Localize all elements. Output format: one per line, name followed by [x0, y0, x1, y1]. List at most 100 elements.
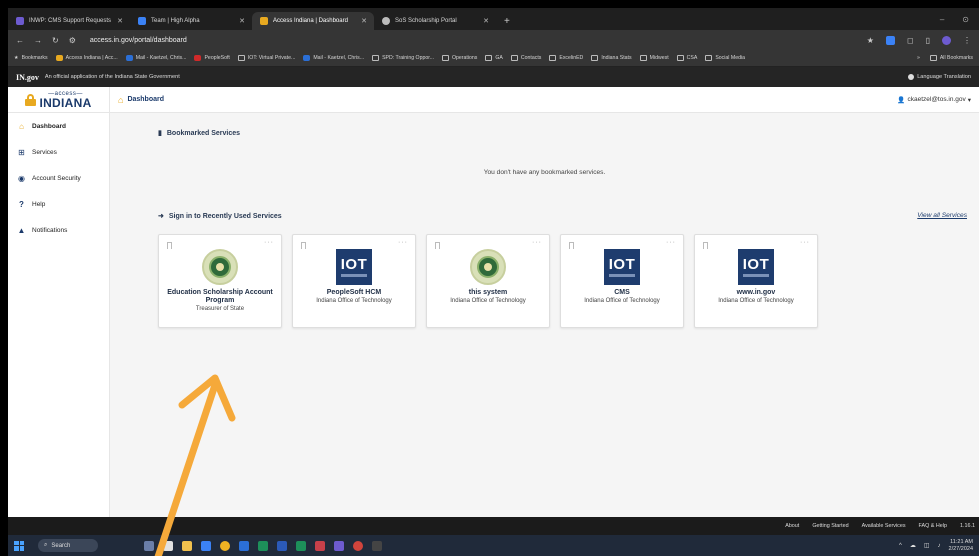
window-controls: – ⊙	[930, 8, 979, 30]
close-icon[interactable]: ✕	[483, 17, 489, 25]
volume-icon[interactable]: ♪	[938, 543, 941, 549]
sidebar-item-help[interactable]: ? Help	[8, 191, 109, 217]
close-icon[interactable]: ✕	[239, 17, 245, 25]
app-icon[interactable]	[296, 540, 306, 551]
new-tab-button[interactable]: +	[496, 12, 518, 30]
bookmark-item[interactable]: PeopleSoft	[194, 55, 230, 61]
close-icon[interactable]: ✕	[117, 17, 123, 25]
more-options-icon[interactable]: ···	[532, 239, 542, 246]
restore-icon[interactable]: ⊙	[962, 15, 969, 24]
outlook-icon[interactable]	[239, 540, 249, 551]
bookmark-item[interactable]: Mail - Kaetzel, Chris...	[303, 55, 364, 61]
view-all-services-link[interactable]: View all Services	[917, 212, 967, 219]
sidebar-item-dashboard[interactable]: ⌂ Dashboard	[8, 113, 109, 139]
footer-link-getting-started[interactable]: Getting Started	[812, 523, 848, 529]
back-icon[interactable]: ←	[16, 36, 24, 45]
page-icon	[372, 55, 380, 61]
sidebar-item-label: Help	[32, 200, 46, 208]
forward-icon[interactable]: →	[34, 36, 42, 45]
taskbar-search[interactable]: ⌕ Search	[38, 539, 98, 552]
app-icon[interactable]	[372, 540, 382, 551]
app-icon[interactable]	[334, 540, 344, 551]
service-card[interactable]: ··· Education Scholarship Account Progra…	[158, 234, 282, 328]
service-card[interactable]: ··· IOT www.in.gov Indiana Office of Tec…	[694, 234, 818, 328]
browser-tab[interactable]: SoS Scholarship Portal ✕	[374, 12, 496, 30]
service-card[interactable]: ··· this system Indiana Office of Techno…	[426, 234, 550, 328]
extensions-puzzle-icon[interactable]: ◻	[907, 36, 914, 45]
bookmark-folder[interactable]: ExcelinED	[549, 55, 583, 61]
bookmark-item[interactable]: Access Indiana | Acc...	[55, 55, 118, 61]
bookmark-toggle-icon[interactable]	[301, 242, 306, 249]
excel-icon[interactable]	[258, 540, 268, 551]
chevron-up-icon[interactable]: ^	[899, 543, 902, 549]
clock[interactable]: 11:21 AM 2/27/2024	[949, 539, 973, 552]
app-icon[interactable]	[353, 540, 363, 551]
footer-link-available-services[interactable]: Available Services	[862, 523, 906, 529]
main-content: ▮ Bookmarked Services You don't have any…	[110, 113, 979, 517]
widgets-icon[interactable]	[144, 540, 154, 551]
bookmark-toggle-icon[interactable]	[569, 242, 574, 249]
more-options-icon[interactable]: ···	[800, 239, 810, 246]
bookmark-toggle-icon[interactable]	[167, 242, 172, 249]
bookmark-toggle-icon[interactable]	[703, 242, 708, 249]
ingov-logo[interactable]: IN.gov	[16, 73, 39, 82]
browser-tab[interactable]: Team | High Alpha ✕	[130, 12, 252, 30]
browser-tab-active[interactable]: Access Indiana | Dashboard ✕	[252, 12, 374, 30]
close-icon[interactable]: ✕	[361, 17, 367, 25]
grid-icon: ⊞	[18, 147, 25, 157]
bookmark-item[interactable]: ★ Bookmarks	[14, 55, 48, 61]
more-options-icon[interactable]: ···	[666, 239, 676, 246]
bookmarks-overflow-icon[interactable]: »	[917, 55, 920, 61]
access-indiana-logo[interactable]: —access— INDIANA	[8, 87, 109, 113]
home-icon: ⌂	[118, 94, 124, 105]
language-translation-button[interactable]: Language Translation	[908, 74, 971, 80]
extension-icon[interactable]	[885, 35, 895, 45]
app-icon[interactable]	[315, 540, 325, 551]
sidebar-item-notifications[interactable]: ▲ Notifications	[8, 217, 109, 243]
bookmark-folder[interactable]: Indiana Stats	[591, 55, 632, 61]
footer-link-faq-help[interactable]: FAQ & Help	[919, 523, 947, 529]
user-menu[interactable]: 👤 ckaetzel@tos.in.gov ▾	[897, 96, 971, 104]
browser-tab[interactable]: INWP: CMS Support Requests ✕	[8, 12, 130, 30]
sidebar-item-account-security[interactable]: ◉ Account Security	[8, 165, 109, 191]
profile-avatar[interactable]	[942, 35, 951, 45]
reload-icon[interactable]: ↻	[52, 36, 59, 45]
bookmark-folder[interactable]: Midwest	[639, 55, 669, 61]
sidebar-item-label: Dashboard	[32, 122, 66, 130]
sidebar-item-services[interactable]: ⊞ Services	[8, 139, 109, 165]
bookmark-folder[interactable]: CSA	[676, 55, 697, 61]
bookmark-item[interactable]: IOT: Virtual Private...	[237, 55, 295, 61]
bookmark-item[interactable]: SPD: Training Oppor...	[372, 55, 434, 61]
task-view-icon[interactable]	[163, 540, 173, 551]
url-field[interactable]: access.in.gov/portal/dashboard	[90, 37, 187, 44]
menu-kebab-icon[interactable]: ⋮	[963, 36, 971, 45]
minimize-icon[interactable]: –	[940, 15, 944, 24]
more-options-icon[interactable]: ···	[398, 239, 408, 246]
windows-start-icon[interactable]	[14, 540, 24, 551]
breadcrumb[interactable]: ⌂ Dashboard	[118, 95, 164, 105]
bookmark-folder[interactable]: Social Media	[705, 55, 745, 61]
site-settings-icon[interactable]: ⚙	[69, 36, 76, 45]
word-icon[interactable]	[277, 540, 287, 551]
bookmark-folder[interactable]: Contacts	[510, 55, 541, 61]
footer-link-about[interactable]: About	[785, 523, 799, 529]
all-bookmarks-folder[interactable]: All Bookmarks	[929, 55, 973, 61]
service-card[interactable]: ··· IOT CMS Indiana Office of Technology	[560, 234, 684, 328]
bookmark-item[interactable]: Mail - Kaetzel, Chris...	[125, 55, 186, 61]
chrome-icon[interactable]	[220, 540, 230, 551]
teams-icon[interactable]	[201, 540, 211, 551]
bookmark-folder[interactable]: GA	[485, 55, 503, 61]
version-label: 1.16.1	[960, 523, 975, 529]
tab-label: Team | High Alpha	[151, 18, 200, 24]
cloud-icon[interactable]: ☁	[910, 542, 916, 549]
service-card[interactable]: ··· IOT PeopleSoft HCM Indiana Office of…	[292, 234, 416, 328]
star-icon[interactable]: ★	[867, 36, 874, 45]
network-icon[interactable]: ◫	[924, 542, 930, 549]
card-title: this system	[468, 289, 508, 296]
sidepanel-icon[interactable]: ▯	[926, 36, 930, 45]
bookmark-toggle-icon[interactable]	[435, 242, 440, 249]
more-options-icon[interactable]: ···	[264, 239, 274, 246]
file-explorer-icon[interactable]	[182, 540, 192, 551]
card-subtitle: Indiana Office of Technology	[450, 298, 526, 305]
bookmark-folder[interactable]: Operations	[442, 55, 477, 61]
